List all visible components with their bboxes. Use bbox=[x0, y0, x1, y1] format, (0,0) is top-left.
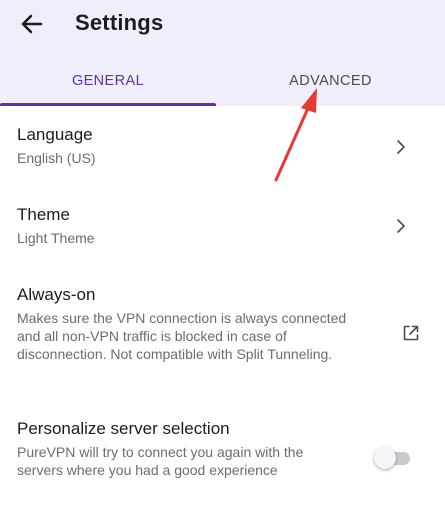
page-title: Settings bbox=[75, 10, 164, 35]
back-button[interactable] bbox=[16, 8, 48, 40]
toggle-thumb bbox=[374, 447, 396, 469]
setting-personalize-server-title: Personalize server selection bbox=[17, 419, 230, 438]
settings-screen: Settings GENERAL ADVANCED Language Engli… bbox=[0, 0, 445, 522]
setting-language-title: Language bbox=[17, 125, 93, 144]
tab-general-label: GENERAL bbox=[71, 73, 145, 89]
tab-indicator bbox=[0, 103, 216, 106]
top-app-bar: Settings GENERAL ADVANCED bbox=[0, 0, 445, 106]
tab-advanced[interactable]: ADVANCED bbox=[216, 56, 445, 106]
tab-bar: GENERAL ADVANCED bbox=[0, 56, 445, 106]
setting-personalize-server[interactable]: Personalize server selection PureVPN wil… bbox=[0, 412, 445, 512]
external-link-icon bbox=[403, 325, 419, 341]
setting-theme-title: Theme bbox=[17, 205, 70, 224]
setting-theme-value: Light Theme bbox=[17, 230, 95, 246]
setting-always-on-title: Always-on bbox=[17, 285, 96, 304]
arrow-left-icon bbox=[21, 14, 43, 34]
chevron-right-icon bbox=[397, 140, 405, 154]
setting-language-value: English (US) bbox=[17, 150, 96, 166]
personalize-server-toggle[interactable] bbox=[374, 447, 412, 469]
setting-always-on-description: Makes sure the VPN connection is always … bbox=[17, 310, 347, 362]
tab-advanced-label: ADVANCED bbox=[289, 73, 372, 89]
setting-theme[interactable]: Theme Light Theme bbox=[0, 198, 445, 268]
setting-language[interactable]: Language English (US) bbox=[0, 118, 445, 188]
tab-general[interactable]: GENERAL bbox=[0, 56, 216, 106]
setting-personalize-server-description: PureVPN will try to connect you again wi… bbox=[17, 444, 304, 478]
setting-always-on[interactable]: Always-on Makes sure the VPN connection … bbox=[0, 278, 445, 390]
chevron-right-icon bbox=[397, 219, 405, 233]
